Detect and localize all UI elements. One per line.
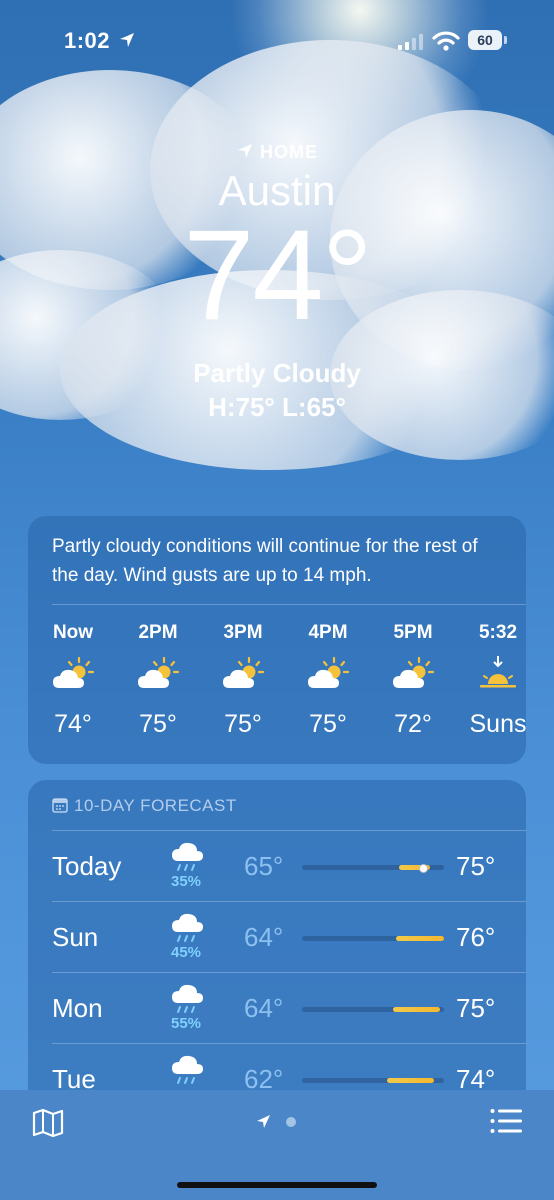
status-bar: 1:02 60 [0, 0, 554, 84]
temp-range-fill [395, 936, 444, 941]
partly-cloudy-icon [378, 656, 448, 702]
low-temp: 64° [244, 922, 284, 952]
forecast-row[interactable]: Sun 45% 64° 76° [28, 902, 526, 972]
condition-text: Partly Cloudy [193, 358, 361, 388]
temp-range-bar [302, 864, 444, 873]
temp-range-bar [302, 936, 444, 941]
hour-temp: 74° [54, 710, 92, 738]
forecast-row[interactable]: Today 35% 65° 75° [28, 831, 526, 901]
ten-day-title: 10-DAY FORECAST [74, 796, 237, 815]
high-temp: 76° [456, 922, 496, 952]
hour-temp: Suns [469, 710, 527, 738]
day-label: Today [52, 851, 122, 881]
day-label: Sun [52, 922, 99, 952]
high-low-temps: H:75° L:65° [208, 392, 346, 422]
home-label: HOME [260, 142, 318, 162]
battery-nub [504, 36, 507, 44]
forecast-summary: Partly cloudy conditions will continue f… [52, 536, 478, 586]
calendar-icon [52, 798, 68, 813]
location-arrow-icon [120, 33, 134, 47]
hourly-item: Now 74° [38, 622, 108, 739]
home-indicator [177, 1182, 377, 1188]
precip-chance: 45% [170, 944, 202, 961]
hour-label: 5PM [393, 622, 433, 643]
wifi-icon [432, 31, 460, 51]
map-icon[interactable] [32, 1108, 64, 1138]
hour-label: 5:32 [478, 622, 518, 643]
home-location-label: HOME [0, 142, 554, 163]
hourly-forecast-card[interactable]: Partly cloudy conditions will continue f… [28, 516, 526, 764]
status-time: 1:02 [64, 28, 111, 53]
hour-temp: 75° [224, 710, 262, 738]
current-temp-dot [418, 864, 428, 873]
hourly-item: 4PM 75° [293, 622, 363, 739]
partly-cloudy-icon [123, 656, 193, 702]
hour-temp: 75° [139, 710, 177, 738]
forecast-row[interactable]: Mon 55% 64° 75° [28, 973, 526, 1043]
location-arrow-icon [257, 1115, 270, 1128]
ten-day-forecast-card[interactable]: 10-DAY FORECAST Today 35% 65° 75° Sun 45% 64° 7… [28, 780, 526, 1110]
temp-range-fill [387, 1078, 435, 1083]
hour-label: 4PM [308, 622, 348, 643]
hourly-item: 2PM 75° [123, 622, 193, 739]
high-temp: 75° [456, 993, 496, 1023]
divider [52, 604, 526, 605]
high-temp: 75° [456, 851, 496, 881]
hour-label: 2PM [138, 622, 178, 643]
partly-cloudy-icon [38, 656, 108, 702]
precip-chance: 55% [170, 1015, 202, 1032]
low-temp: 65° [244, 851, 284, 881]
low-temp: 64° [244, 993, 284, 1023]
temp-range-fill [392, 1007, 440, 1012]
day-label: Mon [52, 993, 103, 1023]
page-indicator[interactable] [256, 1114, 300, 1130]
hour-label: Now [52, 622, 94, 643]
location-arrow-icon [238, 144, 252, 158]
rain-icon [170, 1054, 204, 1093]
hourly-item: 5:32 Suns [463, 622, 527, 739]
cellular-signal-icon [398, 34, 423, 50]
sunset-icon [463, 656, 526, 702]
hour-temp: 72° [394, 710, 432, 738]
partly-cloudy-icon [208, 656, 278, 702]
hour-label: 3PM [223, 622, 263, 643]
ten-day-header: 10-DAY FORECAST [52, 796, 237, 816]
temp-range-bar [302, 1078, 444, 1083]
temp-range-bar [302, 1007, 444, 1012]
partly-cloudy-icon [293, 656, 363, 702]
hourly-item: 3PM 75° [208, 622, 278, 739]
list-icon[interactable] [490, 1108, 522, 1134]
hour-temp: 75° [309, 710, 347, 738]
precip-chance: 35% [170, 873, 202, 890]
hourly-item: 5PM 72° [378, 622, 448, 739]
battery-indicator: 60 [468, 30, 502, 50]
current-temperature: 74° [183, 204, 373, 347]
